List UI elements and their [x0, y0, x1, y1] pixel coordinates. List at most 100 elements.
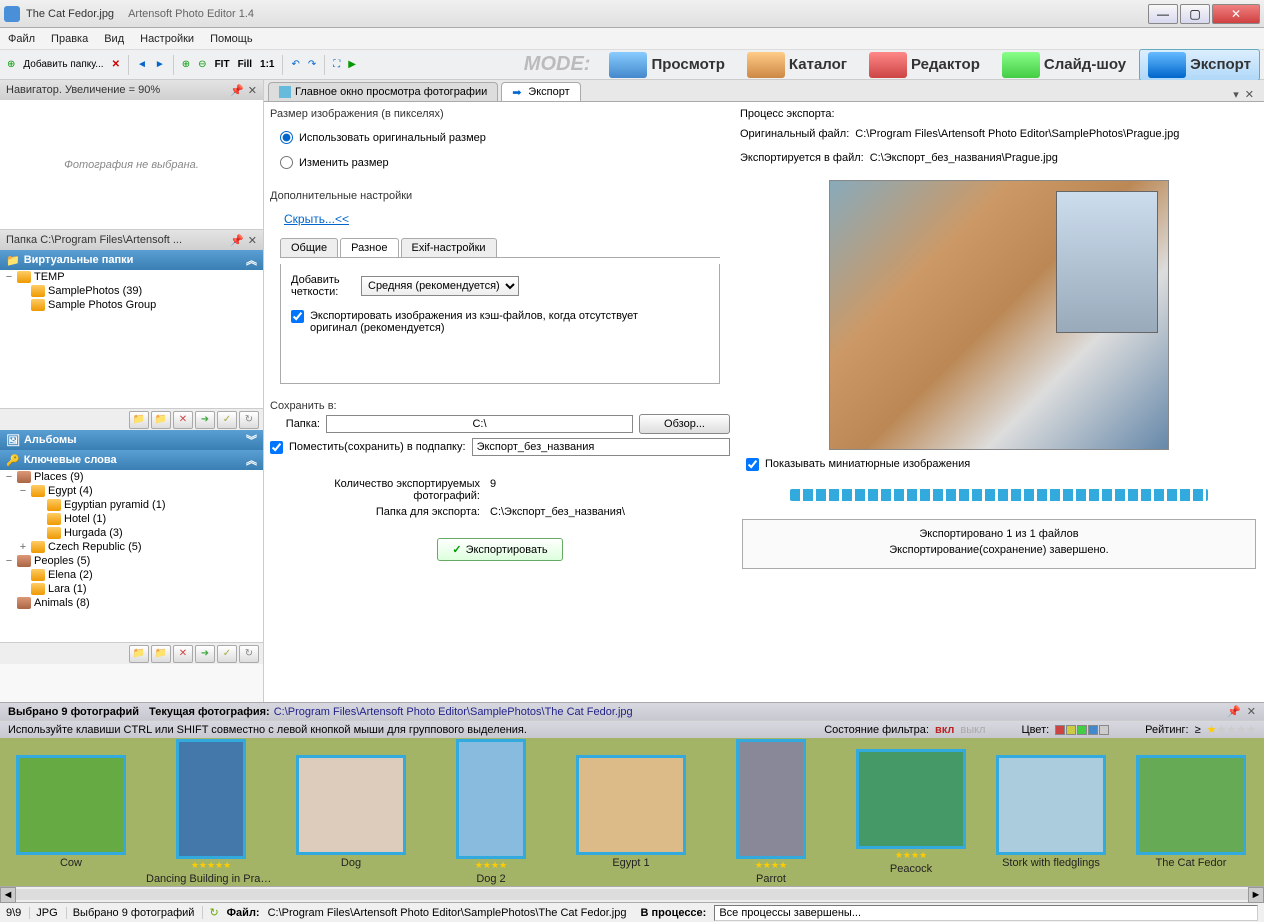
virtual-folders-header[interactable]: 📁 Виртуальные папки ︽ [0, 250, 263, 270]
tree-item[interactable]: −Places (9) [0, 470, 263, 484]
mode-просмотр[interactable]: Просмотр [600, 49, 733, 81]
filter-off[interactable]: выкл [960, 724, 985, 736]
filter-on[interactable]: вкл [935, 724, 954, 736]
rating-compare[interactable]: ≥ [1195, 724, 1201, 736]
cache-checkbox[interactable] [291, 310, 304, 323]
fit-button[interactable]: FIT [212, 57, 233, 72]
tree-item[interactable]: Egyptian pyramid (1) [0, 498, 263, 512]
rating-stars[interactable]: ★★★★★ [1207, 723, 1256, 736]
refresh-icon[interactable]: ↻ [202, 906, 218, 919]
mode-каталог[interactable]: Каталог [738, 49, 856, 81]
close-icon[interactable]: ✕ [1247, 705, 1256, 718]
next-icon[interactable]: ► [152, 57, 168, 72]
tb-icon[interactable]: ↻ [239, 411, 259, 429]
add-folder-icon[interactable]: ⊕ [4, 57, 18, 72]
menu-file[interactable]: Файл [8, 33, 35, 45]
collapse-icon[interactable]: ︽ [246, 252, 257, 268]
radio-original[interactable] [280, 131, 293, 144]
pin-icon[interactable]: 📌 [1227, 705, 1241, 718]
menu-help[interactable]: Помощь [210, 33, 253, 45]
tb-icon[interactable]: 📁 [151, 645, 171, 663]
horizontal-scrollbar[interactable]: ◄ ► [0, 886, 1264, 902]
pin-icon[interactable]: 📌 [230, 84, 244, 97]
rotate-right-icon[interactable]: ↷ [305, 57, 319, 72]
add-folder-button[interactable]: Добавить папку... [20, 57, 106, 72]
play-icon[interactable]: ▶ [345, 57, 359, 72]
tree-item[interactable]: Elena (2) [0, 568, 263, 582]
close-panel-icon[interactable]: ✕ [248, 234, 257, 247]
tree-item[interactable]: −Egypt (4) [0, 484, 263, 498]
expand-icon[interactable]: + [18, 541, 28, 553]
thumbnail[interactable]: Egypt 1 [564, 755, 698, 869]
scroll-left-icon[interactable]: ◄ [0, 887, 16, 903]
tb-icon[interactable]: ➜ [195, 645, 215, 663]
dropdown-icon[interactable]: ▾ [1233, 88, 1239, 101]
tb-icon[interactable]: ↻ [239, 645, 259, 663]
thumbnail[interactable]: Stork with fledglings [984, 755, 1118, 869]
subfolder-input[interactable] [472, 438, 730, 456]
mode-экспорт[interactable]: Экспорт [1139, 49, 1260, 81]
tree-item[interactable]: Sample Photos Group [0, 298, 263, 312]
thumbnail[interactable]: Cow [4, 755, 138, 869]
subtab-general[interactable]: Общие [280, 238, 338, 257]
radio-resize[interactable] [280, 156, 293, 169]
tree-item[interactable]: −Peoples (5) [0, 554, 263, 568]
show-thumb-checkbox[interactable] [746, 458, 759, 471]
hide-link[interactable]: Скрыть...<< [270, 210, 730, 228]
thumbnail[interactable]: ★★★★Peacock [844, 749, 978, 875]
sharpen-select[interactable]: Средняя (рекомендуется) [361, 276, 519, 296]
zoom-in-icon[interactable]: ⊕ [179, 57, 193, 72]
tree-item[interactable]: Animals (8) [0, 596, 263, 610]
scroll-track[interactable] [16, 889, 1248, 900]
tb-icon[interactable]: ✓ [217, 645, 237, 663]
tb-icon[interactable]: 📁 [129, 645, 149, 663]
rotate-left-icon[interactable]: ↶ [288, 57, 302, 72]
scroll-right-icon[interactable]: ► [1248, 887, 1264, 903]
tree-item[interactable]: Hurgada (3) [0, 526, 263, 540]
tree-item[interactable]: +Czech Republic (5) [0, 540, 263, 554]
mode-слайд-шоу[interactable]: Слайд-шоу [993, 49, 1135, 81]
fill-button[interactable]: Fill [235, 57, 255, 72]
mode-редактор[interactable]: Редактор [860, 49, 989, 81]
thumbnail[interactable]: ★★★★Parrot [704, 739, 838, 885]
thumbnail[interactable]: The Cat Fedor [1124, 755, 1258, 869]
thumbnail[interactable]: ★★★★★Dancing Building in Prague [144, 739, 278, 885]
menu-edit[interactable]: Правка [51, 33, 88, 45]
prev-icon[interactable]: ◄ [134, 57, 150, 72]
thumbnail[interactable]: Dog [284, 755, 418, 869]
tb-icon[interactable]: 📁 [151, 411, 171, 429]
tree-item[interactable]: Hotel (1) [0, 512, 263, 526]
zoom-out-icon[interactable]: ⊖ [195, 57, 209, 72]
expand-icon[interactable]: ︾ [246, 432, 257, 448]
color-swatches[interactable] [1055, 725, 1109, 735]
thumbnail[interactable]: ★★★★Dog 2 [424, 739, 558, 885]
subtab-misc[interactable]: Разное [340, 238, 398, 257]
keywords-header[interactable]: 🔑 Ключевые слова ︽ [0, 450, 263, 470]
expand-icon[interactable]: − [18, 485, 28, 497]
collapse-icon[interactable]: ︽ [246, 452, 257, 468]
subtab-exif[interactable]: Exif-настройки [401, 238, 497, 257]
tab-export[interactable]: ➡ Экспорт [501, 82, 580, 101]
expand-icon[interactable]: − [4, 555, 14, 567]
tree-item[interactable]: Lara (1) [0, 582, 263, 596]
tb-icon[interactable]: ✕ [173, 645, 193, 663]
tb-icon[interactable]: 📁 [129, 411, 149, 429]
export-button[interactable]: ✓ Экспортировать [437, 538, 562, 561]
subfolder-checkbox[interactable] [270, 441, 283, 454]
delete-icon[interactable]: ✕ [109, 57, 123, 72]
tb-icon[interactable]: ✓ [217, 411, 237, 429]
tree-item[interactable]: SamplePhotos (39) [0, 284, 263, 298]
browse-button[interactable]: Обзор... [639, 414, 730, 434]
expand-icon[interactable]: − [4, 471, 14, 483]
expand-icon[interactable]: − [4, 271, 14, 283]
tb-icon[interactable]: ✕ [173, 411, 193, 429]
close-tab-icon[interactable]: ✕ [1245, 88, 1254, 101]
fullscreen-icon[interactable]: ⛶ [330, 57, 343, 72]
close-panel-icon[interactable]: ✕ [248, 84, 257, 97]
maximize-button[interactable]: ▢ [1180, 4, 1210, 24]
pin-icon[interactable]: 📌 [230, 234, 244, 247]
tab-main-view[interactable]: Главное окно просмотра фотографии [268, 82, 498, 101]
minimize-button[interactable]: — [1148, 4, 1178, 24]
one-to-one-button[interactable]: 1:1 [257, 57, 277, 72]
albums-header[interactable]: 🖼 Альбомы ︾ [0, 430, 263, 450]
